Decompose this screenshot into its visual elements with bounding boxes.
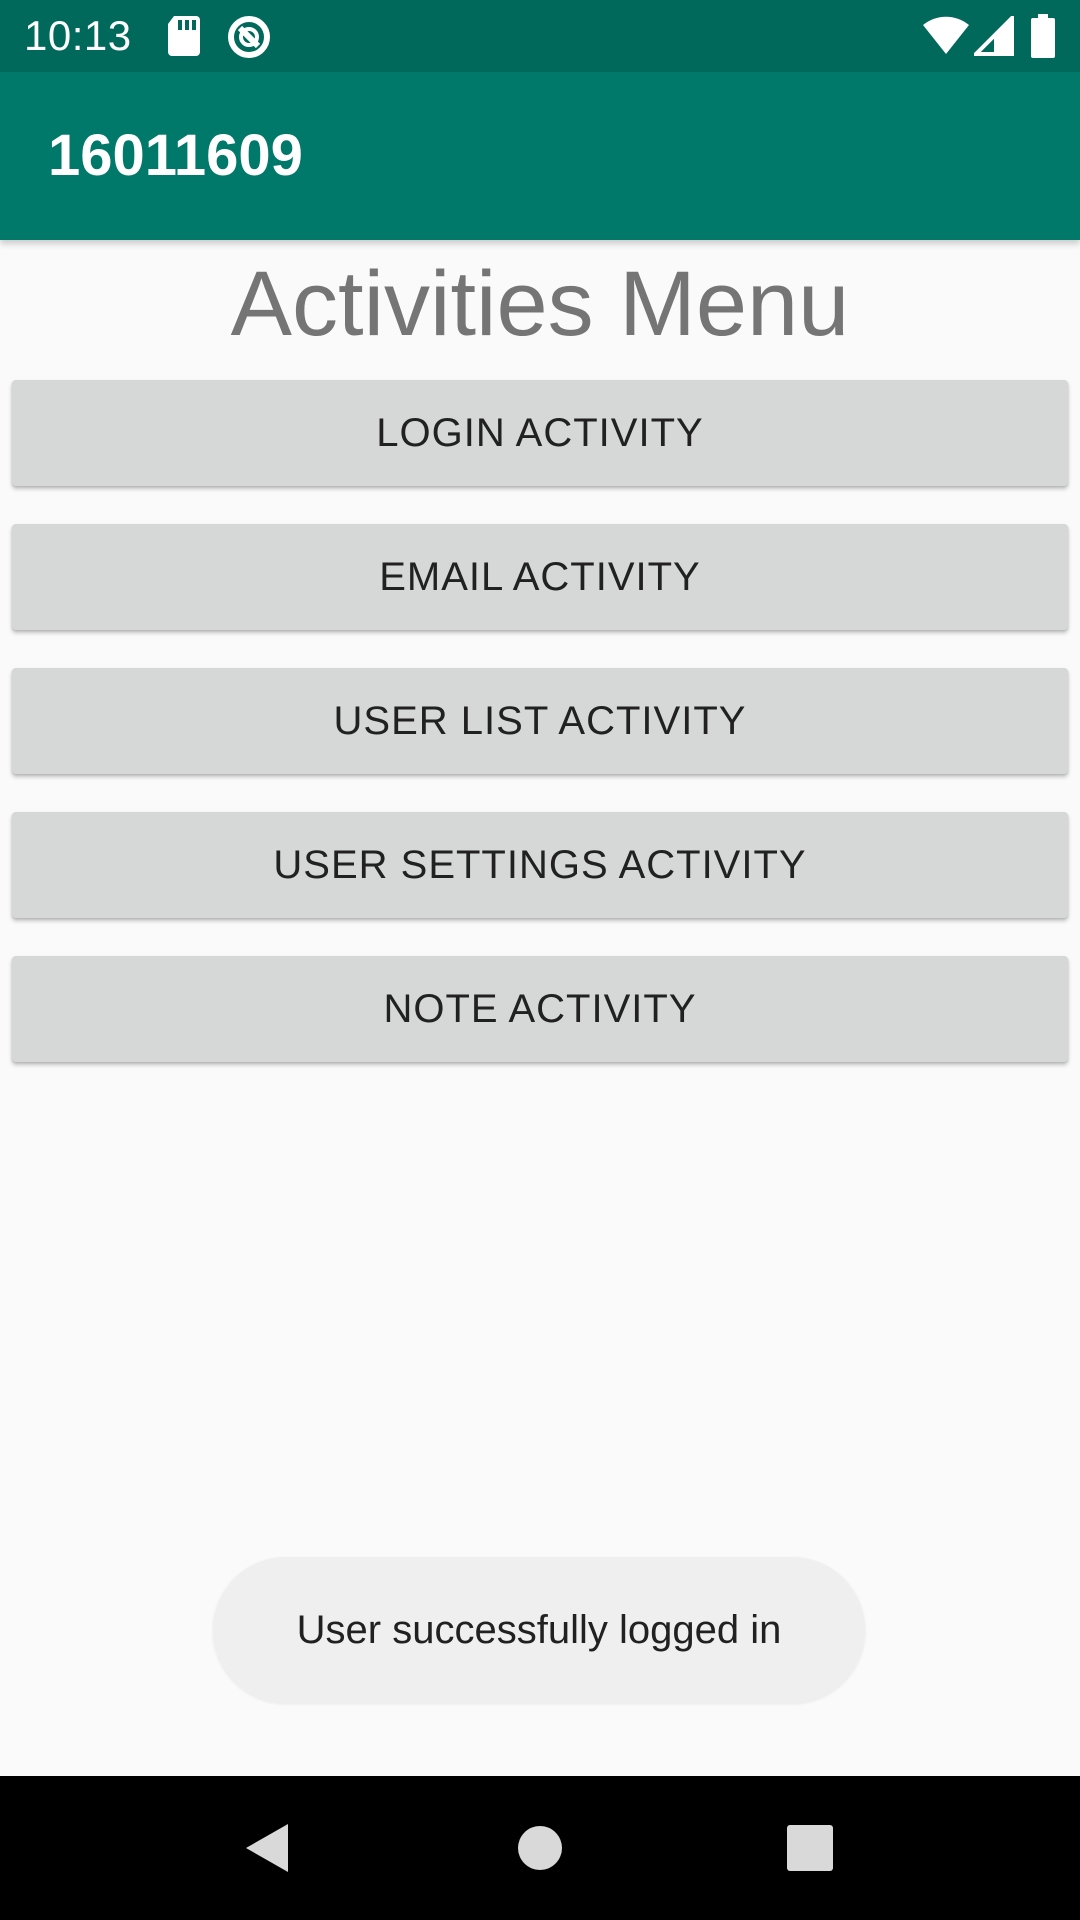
navigation-bar [0,1776,1080,1920]
login-activity-button[interactable]: LOGIN ACTIVITY [12,380,1068,486]
email-activity-button[interactable]: EMAIL ACTIVITY [12,524,1068,630]
recents-button[interactable] [758,1796,862,1900]
sd-card-icon [166,14,202,58]
back-button[interactable] [216,1796,320,1900]
back-icon [246,1824,288,1872]
status-bar: 10:13 [0,0,1080,72]
wifi-icon [922,16,970,60]
toast-message: User successfully logged in [213,1557,865,1703]
note-activity-button[interactable]: NOTE ACTIVITY [12,956,1068,1062]
battery-icon [1030,14,1056,58]
page-heading: Activities Menu [230,253,850,355]
app-title: 16011609 [48,123,303,188]
home-icon [518,1826,562,1870]
app-bar: 16011609 [0,72,1080,240]
status-time: 10:13 [24,12,132,59]
cell-signal-icon [971,13,1014,60]
recents-icon [787,1825,833,1871]
screen: 10:13 16011609 Activities Menu LOGIN ACT… [0,0,1080,1920]
data-saver-icon [226,14,272,58]
user-settings-activity-button[interactable]: USER SETTINGS ACTIVITY [12,812,1068,918]
home-button[interactable] [488,1796,592,1900]
user-list-activity-button[interactable]: USER LIST ACTIVITY [12,668,1068,774]
